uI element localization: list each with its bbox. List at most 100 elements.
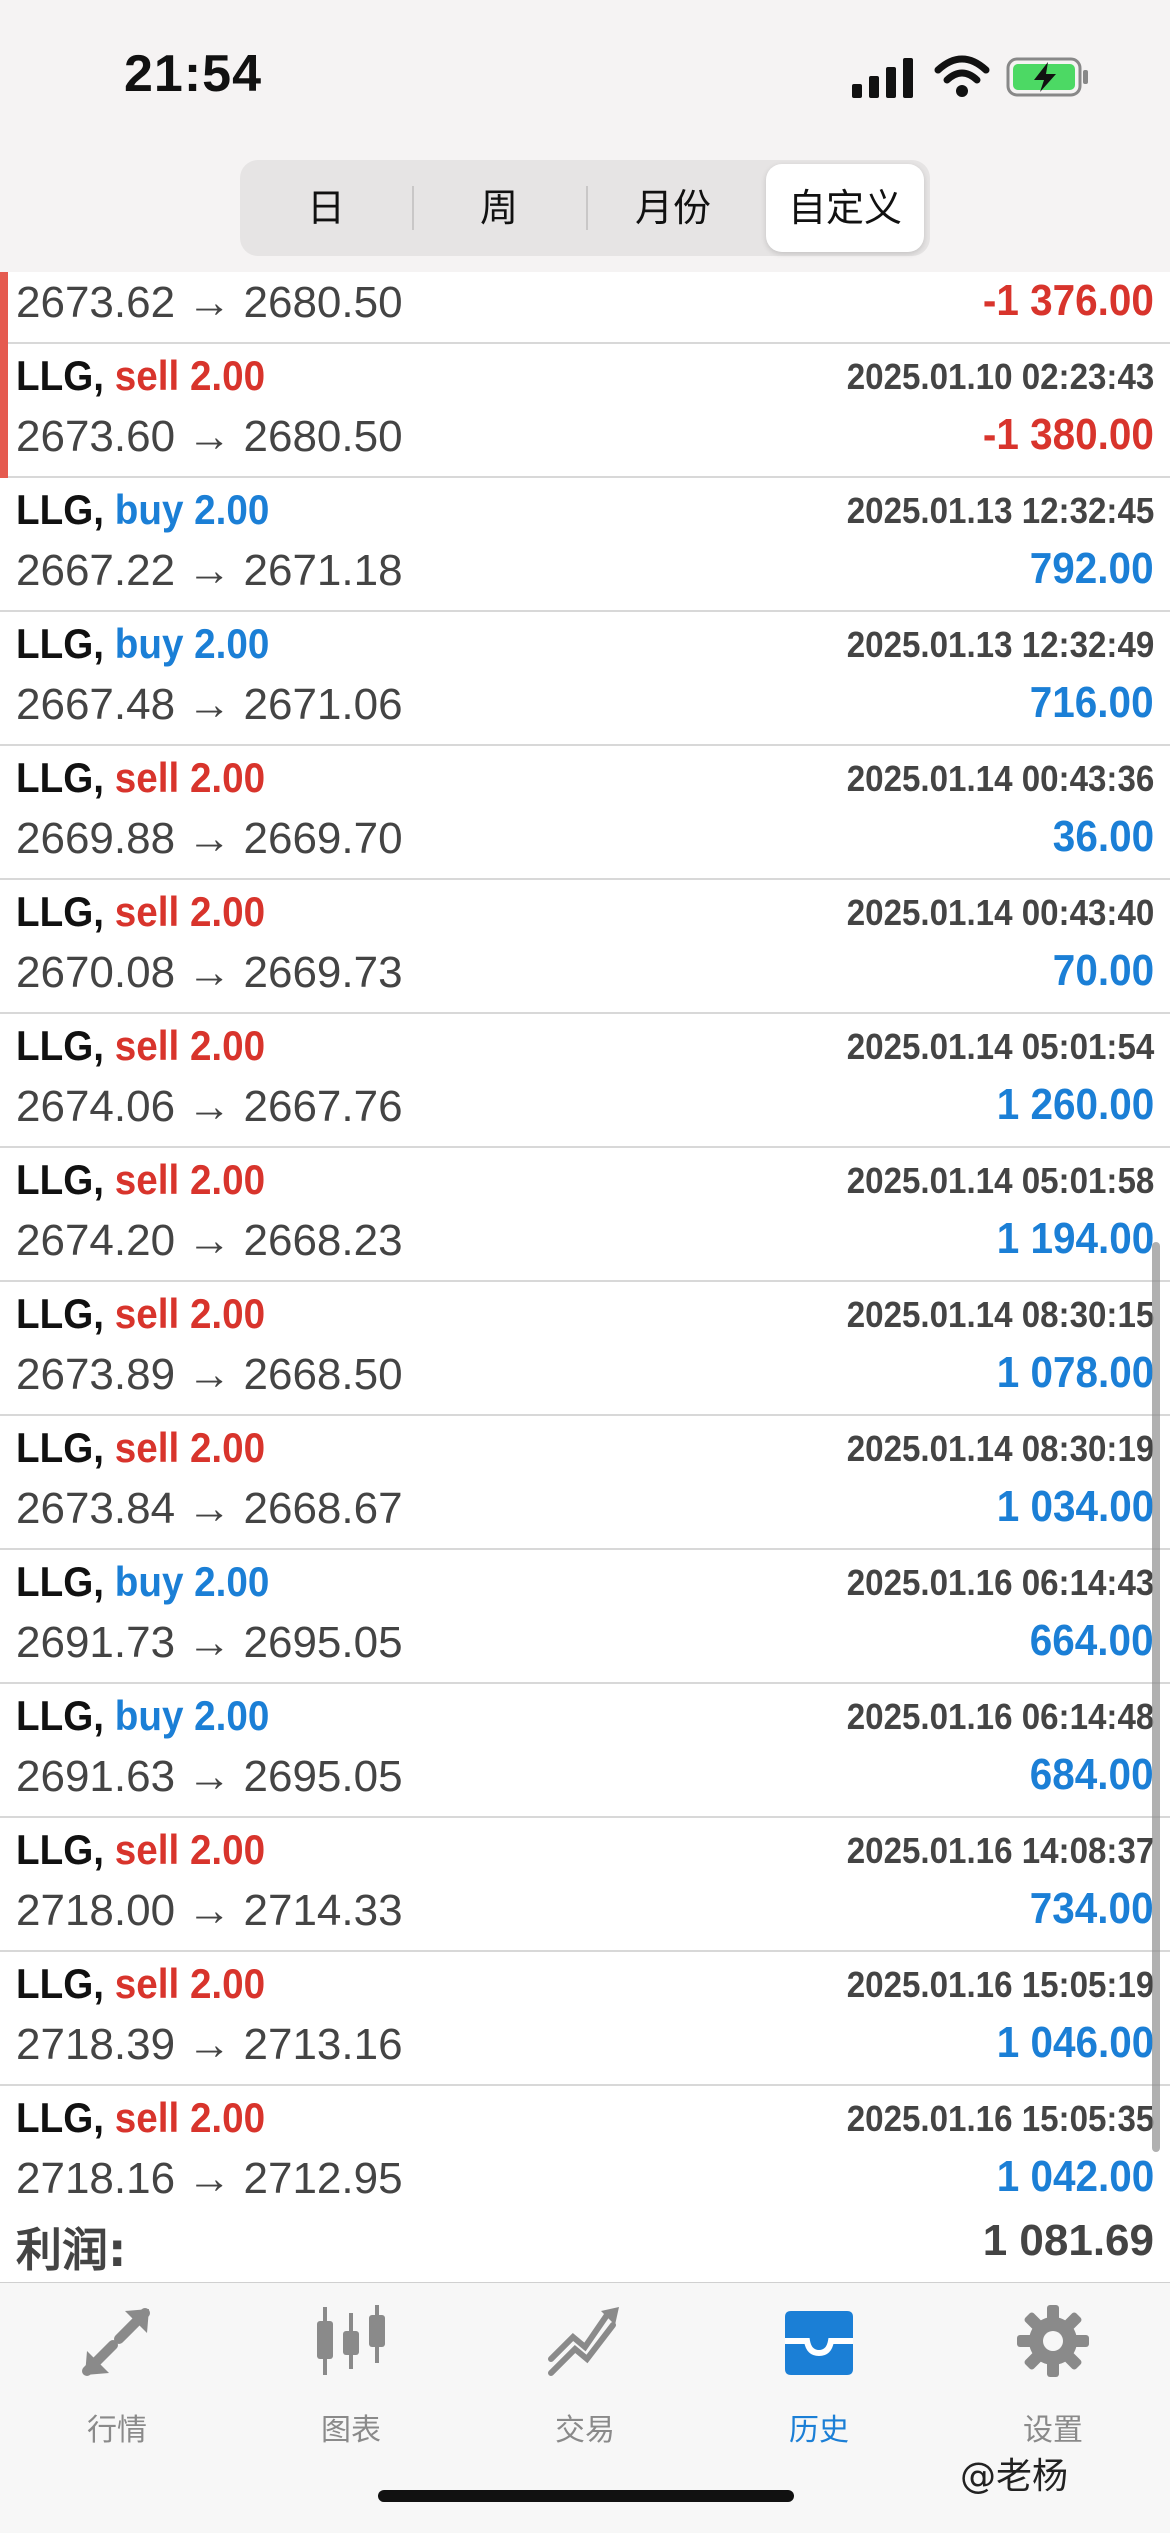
quotes-arrows-icon — [82, 2308, 150, 2376]
trade-symbol: LLG, sell 2.00 — [16, 1290, 265, 1338]
scrollbar[interactable] — [1152, 1242, 1160, 2152]
trade-profit: 664.00 — [1030, 1616, 1154, 1665]
loss-marker — [0, 344, 8, 478]
profit-total: 1 081.69 — [982, 2216, 1154, 2265]
battery-charging-icon — [1006, 57, 1088, 97]
trade-symbol: LLG, sell 2.00 — [16, 1826, 265, 1874]
trade-volume: 2.00 — [194, 620, 270, 667]
trade-time: 2025.01.16 06:14:43 — [846, 1562, 1154, 1603]
trade-side: sell — [114, 1960, 180, 2007]
home-indicator[interactable] — [378, 2490, 794, 2502]
trade-side-volume: buy 2.00 — [115, 1692, 270, 1739]
tab-chart[interactable]: 图表 — [234, 2293, 468, 2453]
trade-side: sell — [114, 1826, 180, 1873]
trade-side-volume: sell 2.00 — [115, 1424, 265, 1471]
tab-label: 交易 — [555, 2413, 615, 2448]
trade-volume: 2.00 — [189, 1826, 266, 1873]
trade-symbol: LLG, buy 2.00 — [16, 1558, 269, 1606]
symbol-name: LLG, — [16, 486, 105, 533]
trade-history-list[interactable]: LLG, sell 2.00 2673.62 → 2680.50 -1 376.00… — [0, 272, 1170, 2200]
trade-volume: 2.00 — [189, 352, 266, 399]
trade-volume: 2.00 — [189, 1156, 266, 1203]
trade-time: 2025.01.16 15:05:19 — [846, 1964, 1154, 2005]
trade-volume: 2.00 — [189, 888, 266, 935]
trade-row[interactable]: LLG, sell 2.00 2025.01.14 05:01:54 2674.06… — [0, 1014, 1170, 1148]
trade-profit: 684.00 — [1030, 1750, 1154, 1799]
tab-settings[interactable]: 设置 — [936, 2293, 1170, 2453]
tab-trade[interactable]: 交易 — [468, 2293, 702, 2453]
trade-side-volume: sell 2.00 — [115, 1960, 265, 2007]
trade-profit: 1 078.00 — [996, 1348, 1154, 1397]
trade-row[interactable]: LLG, sell 2.00 2025.01.14 08:30:15 2673.89… — [0, 1282, 1170, 1416]
status-bar: 21:54 — [0, 0, 1170, 150]
trade-row[interactable]: LLG, buy 2.00 2025.01.16 06:14:48 2691.63 … — [0, 1684, 1170, 1818]
trade-side: sell — [114, 352, 180, 399]
period-segmented-control: 日 周 月份 自定义 — [240, 160, 930, 256]
trade-row[interactable]: LLG, sell 2.00 2025.01.14 00:43:40 2670.08… — [0, 880, 1170, 1014]
trade-symbol: LLG, sell 2.00 — [16, 1424, 265, 1472]
trade-symbol: LLG, sell 2.00 — [16, 1960, 265, 2008]
trade-volume: 2.00 — [189, 2094, 266, 2141]
trade-side-volume: sell 2.00 — [115, 1156, 265, 1203]
trade-price-range: 2718.00 → 2714.33 — [16, 1886, 403, 1935]
symbol-name: LLG, — [16, 1156, 105, 1203]
tab-label: 设置 — [1023, 2413, 1083, 2448]
symbol-name: LLG, — [16, 2094, 105, 2141]
trade-price-range: 2718.39 → 2713.16 — [16, 2020, 403, 2069]
trade-row[interactable]: LLG, sell 2.00 2025.01.14 05:01:58 2674.20… — [0, 1148, 1170, 1282]
trade-row[interactable]: LLG, sell 2.002673.62 → 2680.50-1 376.00 — [0, 272, 1170, 344]
trade-row[interactable]: LLG, sell 2.00 2025.01.16 15:05:35 2718.16… — [0, 2086, 1170, 2200]
trade-price-range: 2669.88 → 2669.70 — [16, 814, 403, 863]
trade-row[interactable]: LLG, sell 2.00 2025.01.14 00:43:36 2669.88… — [0, 746, 1170, 880]
candlestick-chart-icon — [317, 2305, 385, 2375]
trade-price-range: 2691.63 → 2695.05 — [16, 1752, 403, 1801]
tab-label: 历史 — [789, 2413, 849, 2448]
trade-profit: -1 376.00 — [982, 276, 1154, 325]
segment-month[interactable]: 月份 — [586, 160, 760, 256]
symbol-name: LLG, — [16, 1826, 105, 1873]
cellular-signal-icon — [852, 58, 913, 98]
trade-row[interactable]: LLG, buy 2.00 2025.01.13 12:32:49 2667.48 … — [0, 612, 1170, 746]
segment-day[interactable]: 日 — [240, 160, 412, 256]
trade-side-volume: sell 2.00 — [115, 1826, 265, 1873]
segment-week[interactable]: 周 — [412, 160, 586, 256]
trade-side: sell — [114, 888, 180, 935]
status-clock: 21:54 — [124, 45, 262, 103]
trade-row[interactable]: LLG, sell 2.00 2025.01.16 15:05:19 2718.39… — [0, 1952, 1170, 2086]
trade-time: 2025.01.14 00:43:40 — [846, 892, 1154, 933]
symbol-name: LLG, — [16, 1960, 105, 2007]
history-inbox-icon — [785, 2311, 853, 2375]
trade-price-range: 2691.73 → 2695.05 — [16, 1618, 403, 1667]
trade-row[interactable]: LLG, sell 2.00 2025.01.14 08:30:19 2673.84… — [0, 1416, 1170, 1550]
trade-time: 2025.01.14 05:01:54 — [846, 1026, 1154, 1067]
tab-label: 行情 — [87, 2413, 147, 2448]
trade-time: 2025.01.13 12:32:45 — [846, 490, 1154, 531]
tab-quotes[interactable]: 行情 — [0, 2293, 234, 2453]
trade-side: sell — [114, 1022, 180, 1069]
trade-price-range: 2667.22 → 2671.18 — [16, 546, 403, 595]
trade-profit: 1 042.00 — [996, 2152, 1154, 2200]
trade-row[interactable]: LLG, sell 2.00 2025.01.10 02:23:43 2673.60… — [0, 344, 1170, 478]
trade-time: 2025.01.13 12:32:49 — [846, 624, 1154, 665]
trade-price-range: 2673.89 → 2668.50 — [16, 1350, 403, 1399]
trade-side: sell — [114, 1290, 180, 1337]
loss-marker — [0, 272, 8, 344]
trade-row[interactable]: LLG, buy 2.00 2025.01.13 12:32:45 2667.22 … — [0, 478, 1170, 612]
trade-side: buy — [114, 486, 184, 533]
tab-history[interactable]: 历史 — [702, 2293, 936, 2453]
trade-row[interactable]: LLG, sell 2.00 2025.01.16 14:08:37 2718.00… — [0, 1818, 1170, 1952]
segment-custom[interactable]: 自定义 — [766, 164, 924, 252]
trade-profit: 716.00 — [1030, 678, 1154, 727]
profit-summary: 利润: 1 081.69 — [0, 2204, 1170, 2280]
trade-volume: 2.00 — [189, 754, 266, 801]
trade-time: 2025.01.14 08:30:15 — [846, 1294, 1154, 1335]
trade-price-range: 2674.20 → 2668.23 — [16, 1216, 403, 1265]
trade-profit: -1 380.00 — [982, 410, 1154, 459]
trade-profit: 1 260.00 — [996, 1080, 1154, 1129]
trade-price-range: 2667.48 → 2671.06 — [16, 680, 403, 729]
trade-time: 2025.01.14 00:43:36 — [846, 758, 1154, 799]
trade-side-volume: sell 2.00 — [115, 1022, 265, 1069]
trade-profit: 70.00 — [1052, 946, 1154, 995]
trade-side: buy — [114, 1558, 184, 1605]
trade-row[interactable]: LLG, buy 2.00 2025.01.16 06:14:43 2691.73 … — [0, 1550, 1170, 1684]
